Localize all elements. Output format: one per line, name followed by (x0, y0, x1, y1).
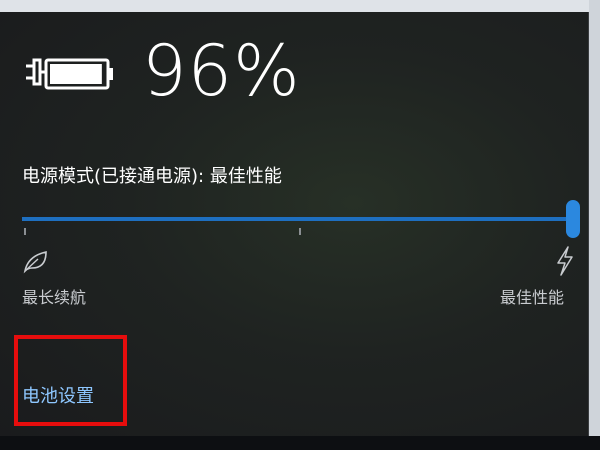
slider-tick-min (24, 228, 26, 235)
taskbar (0, 436, 600, 450)
power-mode-slider[interactable] (22, 217, 574, 221)
bolt-icon (557, 246, 573, 276)
battery-charging-icon (26, 58, 113, 90)
slider-max-label: 最佳性能 (500, 288, 565, 307)
background-window-edge (589, 0, 600, 450)
slider-tick-mid (299, 228, 301, 235)
power-mode-slider-thumb[interactable] (566, 200, 580, 238)
annotation-highlight-box (14, 335, 127, 426)
slider-min-label: 最长续航 (22, 288, 87, 307)
background-window-strip: ​ (0, 0, 600, 12)
leaf-icon (23, 251, 47, 274)
battery-percentage: 96% (142, 30, 301, 112)
battery-fill (50, 64, 102, 84)
power-mode-label: 电源模式(已接通电源): 最佳性能 (22, 166, 282, 187)
